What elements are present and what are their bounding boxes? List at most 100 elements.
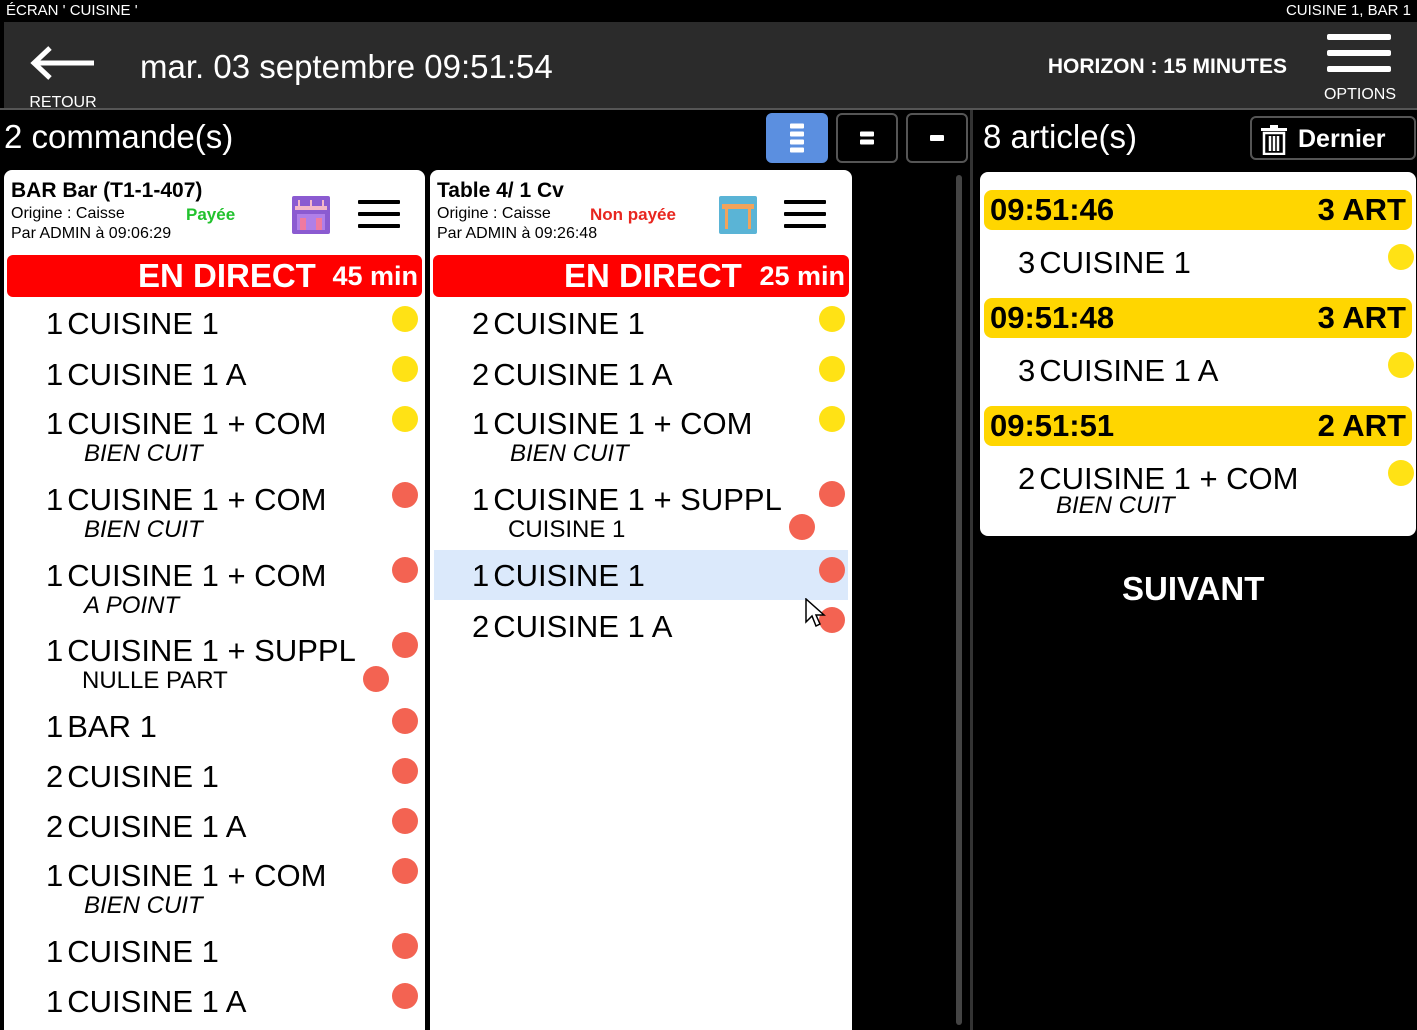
order-origin: Origine : Caisse — [11, 205, 125, 222]
order-menu-icon[interactable] — [784, 200, 826, 236]
status-dot[interactable] — [819, 557, 845, 583]
status-dot[interactable] — [392, 708, 418, 734]
group-count: 2 ART — [1317, 408, 1406, 443]
view-compact-button[interactable] — [836, 113, 898, 163]
status-dot[interactable] — [392, 356, 418, 382]
status-dot[interactable] — [392, 758, 418, 784]
view-minimal-icon — [930, 135, 944, 141]
options-label: OPTIONS — [1323, 86, 1396, 103]
horizon-label: HORIZON : 15 MINUTES — [1047, 55, 1287, 78]
order-line[interactable]: 1 CUISINE 1 — [46, 934, 219, 970]
status-dot[interactable] — [392, 557, 418, 583]
item-comment: BIEN CUIT — [84, 892, 203, 919]
item-comment: BIEN CUIT — [84, 516, 203, 543]
menu-icon — [1327, 34, 1391, 82]
last-label: Dernier — [1298, 125, 1386, 153]
order-menu-icon[interactable] — [358, 200, 400, 236]
order-line[interactable]: 2 CUISINE 1 — [472, 306, 645, 342]
status-dot[interactable] — [392, 306, 418, 332]
order-author: Par ADMIN à 09:06:29 — [11, 225, 172, 242]
last-button[interactable]: Dernier — [1250, 116, 1416, 160]
header-divider — [0, 108, 1417, 110]
order-line[interactable]: 1 CUISINE 1 + SUPPL — [46, 633, 356, 669]
orders-count: 2 commande(s) — [4, 118, 234, 155]
view-compact-icon — [860, 131, 874, 145]
status-dot[interactable] — [392, 632, 418, 658]
view-full-button[interactable] — [766, 113, 828, 163]
status-dot[interactable] — [392, 983, 418, 1009]
status-dot[interactable] — [392, 482, 418, 508]
order-line[interactable]: 1 CUISINE 1 + COM — [472, 406, 753, 442]
status-dot[interactable] — [392, 406, 418, 432]
status-dot[interactable] — [1388, 352, 1414, 378]
stations-label: CUISINE 1, BAR 1 — [1285, 2, 1411, 19]
order-line[interactable]: 1 CUISINE 1 A — [46, 984, 246, 1020]
article-group-header: 09:51:51 2 ART — [984, 406, 1412, 446]
item-comment: A POINT — [84, 592, 180, 619]
order-line[interactable]: 2 CUISINE 1 A — [472, 357, 672, 393]
order-line[interactable]: 2 CUISINE 1 A — [472, 609, 672, 645]
back-button[interactable]: RETOUR — [22, 32, 102, 111]
view-full-icon — [790, 123, 804, 153]
group-time: 09:51:48 — [990, 300, 1115, 335]
item-comment: BIEN CUIT — [510, 440, 629, 467]
status-dot[interactable] — [392, 933, 418, 959]
mouse-cursor-icon — [805, 598, 826, 628]
screen-name: ÉCRAN ' CUISINE ' — [6, 2, 138, 19]
status-dot[interactable] — [819, 406, 845, 432]
panel-divider — [970, 110, 973, 1030]
group-time: 09:51:51 — [990, 408, 1115, 443]
table-icon — [719, 196, 757, 234]
order-title: BAR Bar (T1-1-407) — [11, 179, 203, 202]
live-label: EN DIRECT — [564, 257, 742, 294]
order-line[interactable]: 1 CUISINE 1 — [46, 306, 219, 342]
arrow-left-icon — [30, 46, 94, 80]
articles-count: 8 article(s) — [983, 118, 1138, 155]
status-dot[interactable] — [819, 481, 845, 507]
item-comment: BIEN CUIT — [84, 440, 203, 467]
order-line[interactable]: 2 CUISINE 1 — [46, 759, 219, 795]
bar-icon — [292, 196, 330, 234]
order-card[interactable]: BAR Bar (T1-1-407) Origine : Caisse Par … — [4, 170, 425, 1030]
order-title: Table 4/ 1 Cv — [437, 179, 564, 202]
live-label: EN DIRECT — [138, 257, 316, 294]
article-group-header: 09:51:48 3 ART — [984, 298, 1412, 338]
order-line[interactable]: 1 CUISINE 1 A — [46, 357, 246, 393]
group-count: 3 ART — [1317, 300, 1406, 335]
order-line[interactable]: 1 CUISINE 1 + SUPPL — [472, 482, 782, 518]
order-line-selected[interactable]: 1 CUISINE 1 — [472, 558, 645, 594]
payment-status: Payée — [186, 205, 236, 224]
order-line[interactable]: 1 CUISINE 1 + COM — [46, 858, 327, 894]
order-line[interactable]: 1 CUISINE 1 + COM — [46, 482, 327, 518]
view-minimal-button[interactable] — [906, 113, 968, 163]
payment-status: Non payée — [590, 205, 676, 224]
order-card[interactable]: Table 4/ 1 Cv Origine : Caisse Par ADMIN… — [430, 170, 852, 1030]
trash-icon — [1261, 125, 1287, 155]
status-dot[interactable] — [819, 356, 845, 382]
status-dot[interactable] — [392, 808, 418, 834]
next-button[interactable]: SUIVANT — [1122, 570, 1264, 608]
elapsed-time: 45 min — [332, 261, 418, 291]
status-dot[interactable] — [392, 858, 418, 884]
group-count: 3 ART — [1317, 192, 1406, 227]
options-button[interactable]: OPTIONS — [1319, 30, 1403, 106]
elapsed-time: 25 min — [759, 261, 845, 291]
orders-scrollbar[interactable] — [956, 175, 962, 1025]
article-line[interactable]: 3 CUISINE 1 — [1018, 245, 1191, 281]
article-group-header: 09:51:46 3 ART — [984, 190, 1412, 230]
item-comment: BIEN CUIT — [1056, 492, 1175, 519]
status-dot[interactable] — [1388, 460, 1414, 486]
group-time: 09:51:46 — [990, 192, 1115, 227]
order-line[interactable]: 1 CUISINE 1 + COM — [46, 558, 327, 594]
order-line[interactable]: 1 CUISINE 1 + COM — [46, 406, 327, 442]
current-datetime: mar. 03 septembre 09:51:54 — [140, 48, 553, 85]
article-line[interactable]: 3 CUISINE 1 A — [1018, 353, 1218, 389]
item-supplement: CUISINE 1 — [508, 516, 626, 543]
status-dot[interactable] — [1388, 244, 1414, 270]
order-line[interactable]: 2 CUISINE 1 A — [46, 809, 246, 845]
order-line[interactable]: 1 BAR 1 — [46, 709, 157, 745]
live-banner: EN DIRECT 25 min — [433, 255, 849, 297]
status-dot[interactable] — [819, 306, 845, 332]
supplement-status-dot[interactable] — [789, 514, 815, 540]
supplement-status-dot[interactable] — [363, 666, 389, 692]
